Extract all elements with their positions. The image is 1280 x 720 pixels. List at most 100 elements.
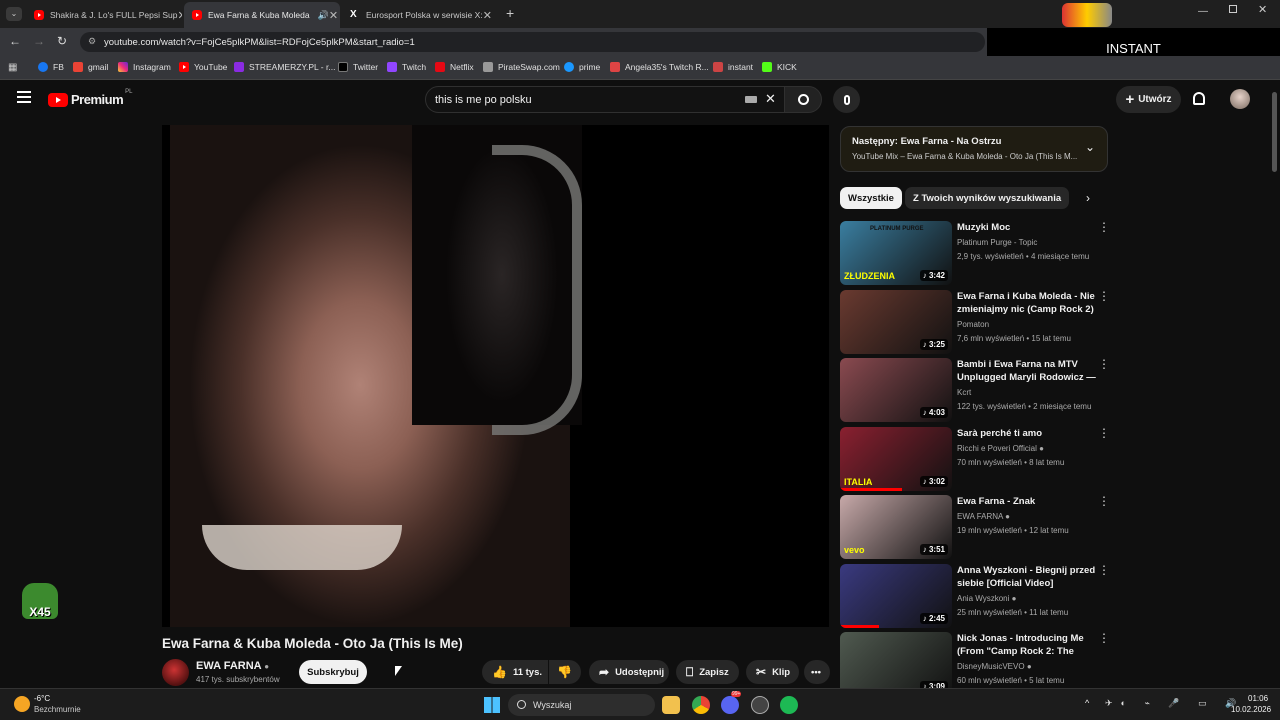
tab-shakira[interactable]: Shakira & J. Lo's FULL Pepsi Sup ✕ [26, 2, 182, 28]
back-icon[interactable]: ← [9, 34, 21, 48]
bookmark-netflix[interactable]: Netflix [435, 56, 474, 78]
minimize-icon[interactable]: — [1198, 6, 1208, 17]
close-window-icon[interactable]: ✕ [1258, 3, 1267, 16]
up-next-panel[interactable]: Następny: Ewa Farna - Na Ostrzu YouTube … [840, 126, 1108, 172]
recommendation-item[interactable]: ITALIA ♪ 3:02 Sarà perché ti amo Ricchi e P… [840, 427, 1110, 491]
bookmark-gmail[interactable]: gmail [73, 56, 108, 78]
recommendation-item[interactable]: vevo ♪ 3:51 Ewa Farna - Znak EWA FARNA ● 19 … [840, 495, 1110, 559]
recommendation-title[interactable]: Ewa Farna i Kuba Moleda - Nie zmieniajmy… [957, 290, 1097, 316]
share-button[interactable]: ➦ Udostępnij [589, 660, 669, 684]
tab-ewa-farna[interactable]: Ewa Farna & Kuba Moleda 🔊 ✕ [184, 2, 340, 28]
new-tab-button[interactable]: + [506, 5, 514, 21]
reload-icon[interactable]: ↻ [57, 34, 67, 48]
video-thumbnail[interactable]: ♪ 2:45 [840, 564, 952, 628]
channel-name[interactable]: EWA FARNA ● [196, 660, 269, 672]
dislike-button[interactable]: 👎 [549, 660, 581, 684]
chips-next-icon[interactable]: › [1086, 191, 1090, 205]
more-actions-button[interactable]: ••• [804, 660, 830, 684]
speaker-icon[interactable]: 🔊 [318, 10, 329, 21]
apps-grid-icon[interactable]: ▦ [8, 62, 17, 73]
discord-icon[interactable]: 99+ [721, 691, 742, 714]
create-button[interactable]: + Utwórz [1116, 86, 1181, 113]
recommendation-item[interactable]: PLATINUM PURGE ZŁUDZENIA ♪ 3:42 Muzyki Moc P… [840, 221, 1110, 285]
expand-chevron-icon[interactable]: ⌄ [1085, 140, 1095, 154]
chip-all[interactable]: Wszystkie [840, 187, 902, 209]
bookmark-twitter[interactable]: Twitter [338, 56, 378, 78]
taskbar-search-input[interactable]: Wyszukaj [508, 694, 655, 716]
close-tab-icon[interactable]: ✕ [329, 9, 338, 22]
bookmark-twitch[interactable]: Twitch [387, 56, 426, 78]
bookmark-streamerzy[interactable]: STREAMERZY.PL - r... [234, 56, 335, 78]
video-thumbnail[interactable]: PLATINUM PURGE ZŁUDZENIA ♪ 3:42 [840, 221, 952, 285]
recommendation-item[interactable]: ♪ 3:09 Nick Jonas - Introducing Me (From … [840, 632, 1110, 696]
avatar[interactable] [1230, 89, 1250, 109]
file-explorer-icon[interactable] [662, 696, 680, 714]
tab-list-chevron-icon[interactable]: ⌄ [6, 7, 22, 21]
site-info-icon[interactable]: ⚙ [88, 36, 96, 47]
clock-date[interactable]: 10.02.2026 [1231, 705, 1271, 714]
recommendation-channel[interactable]: Kcrt [957, 388, 971, 397]
bookmark-youtube[interactable]: YouTube [179, 56, 227, 78]
tray-chevron-icon[interactable]: ^ [1085, 698, 1089, 708]
tab-eurosport[interactable]: X Eurosport Polska w serwisie X: ✕ [342, 2, 498, 28]
video-thumbnail[interactable]: vevo ♪ 3:51 [840, 495, 952, 559]
search-input[interactable]: this is me po polsku ✕ [425, 86, 785, 113]
save-button[interactable]: ⎕ Zapisz [676, 660, 739, 684]
video-thumbnail[interactable]: ITALIA ♪ 3:02 [840, 427, 952, 491]
youtube-logo[interactable]: Premium PL [48, 89, 132, 107]
search-button[interactable] [784, 86, 822, 113]
bookmark-pirateswap[interactable]: PirateSwap.com [483, 56, 560, 78]
bookmark-fb[interactable]: FB [38, 56, 64, 78]
more-options-icon[interactable]: ⋮ [1098, 427, 1110, 439]
clock-time[interactable]: 01:06 [1248, 694, 1268, 703]
video-player[interactable] [162, 125, 829, 627]
voice-search-button[interactable] [833, 86, 860, 113]
recommendation-channel[interactable]: Platinum Purge - Topic [957, 238, 1037, 247]
bookmark-angela[interactable]: Angela35's Twitch R... [610, 56, 709, 78]
subscribe-button[interactable]: Subskrybuj [299, 660, 367, 684]
tray-icons[interactable]: ✈◐ ⌁ 🎤 ▭ 🔊 [1105, 698, 1244, 709]
recommendation-title[interactable]: Sarà perché ti amo [957, 427, 1097, 440]
menu-icon[interactable] [17, 91, 31, 103]
scrollbar-thumb[interactable] [1272, 92, 1277, 172]
recommendation-item[interactable]: ♪ 2:45 Anna Wyszkoni - Biegnij przed sieb… [840, 564, 1110, 628]
clear-search-icon[interactable]: ✕ [765, 91, 776, 107]
recommendation-title[interactable]: Bambi i Ewa Farna na MTV Unplugged Maryl… [957, 358, 1097, 384]
more-options-icon[interactable]: ⋮ [1098, 358, 1110, 370]
steam-icon[interactable] [751, 696, 769, 714]
recommendation-channel[interactable]: Pomaton [957, 320, 989, 329]
more-options-icon[interactable]: ⋮ [1098, 221, 1110, 233]
recommendation-title[interactable]: Muzyki Moc [957, 221, 1097, 234]
bookmark-prime[interactable]: prime [564, 56, 600, 78]
recommendation-title[interactable]: Ewa Farna - Znak [957, 495, 1097, 508]
recommendation-channel[interactable]: Ricchi e Poveri Official ● [957, 444, 1044, 453]
channel-avatar[interactable] [162, 659, 189, 686]
recommendation-channel[interactable]: EWA FARNA ● [957, 512, 1010, 521]
bookmark-kick[interactable]: KICK [762, 56, 797, 78]
more-options-icon[interactable]: ⋮ [1098, 495, 1110, 507]
more-options-icon[interactable]: ⋮ [1098, 564, 1110, 576]
like-button[interactable]: 👍 11 tys. [482, 660, 548, 684]
keyboard-icon[interactable] [745, 96, 757, 103]
bookmark-instagram[interactable]: Instagram [118, 56, 171, 78]
recommendation-title[interactable]: Nick Jonas - Introducing Me (From "Camp … [957, 632, 1097, 658]
video-thumbnail[interactable]: ♪ 3:09 [840, 632, 952, 696]
address-bar[interactable]: ⚙ youtube.com/watch?v=FojCe5plkPM&list=R… [80, 32, 985, 52]
recommendation-channel[interactable]: DisneyMusicVEVO ● [957, 662, 1032, 671]
recommendation-title[interactable]: Anna Wyszkoni - Biegnij przed siebie [Of… [957, 564, 1097, 590]
spotify-icon[interactable] [780, 696, 798, 714]
windows-start-icon[interactable] [484, 697, 500, 713]
more-options-icon[interactable]: ⋮ [1098, 632, 1110, 644]
more-options-icon[interactable]: ⋮ [1098, 290, 1110, 302]
video-thumbnail[interactable]: ♪ 4:03 [840, 358, 952, 422]
recommendation-item[interactable]: ♪ 4:03 Bambi i Ewa Farna na MTV Unplugged… [840, 358, 1110, 422]
weather-icon[interactable] [14, 696, 30, 712]
close-tab-icon[interactable]: ✕ [483, 9, 492, 22]
notifications-bell-icon[interactable] [1193, 92, 1205, 105]
clip-button[interactable]: ✂ Klip [746, 660, 799, 684]
recommendation-channel[interactable]: Ania Wyszkoni ● [957, 594, 1016, 603]
recommendation-item[interactable]: ♪ 3:25 Ewa Farna i Kuba Moleda - Nie zmie… [840, 290, 1110, 354]
forward-icon[interactable]: → [33, 34, 45, 48]
bookmark-instant[interactable]: instant [713, 56, 753, 78]
chrome-icon[interactable] [692, 696, 710, 714]
